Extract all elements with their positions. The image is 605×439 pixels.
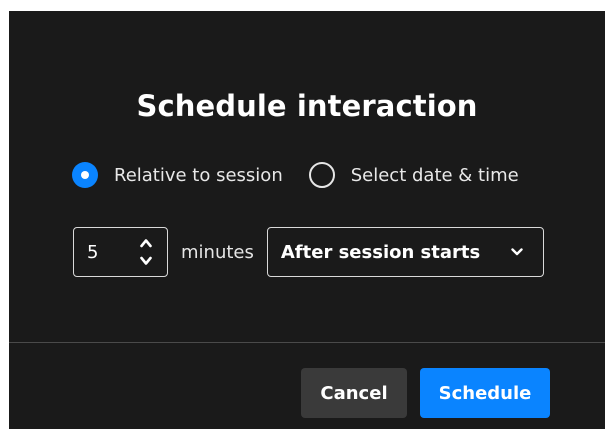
radio-dot [81, 171, 89, 179]
dialog-title: Schedule interaction [136, 89, 478, 123]
offset-controls: 5 minutes After session starts [73, 227, 544, 277]
minutes-label: minutes [181, 241, 254, 263]
minutes-stepper[interactable]: 5 [73, 227, 168, 277]
radio-relative-to-session[interactable]: Relative to session [72, 162, 283, 188]
up-down-chevrons-icon[interactable] [139, 235, 153, 269]
radio-selected-indicator[interactable] [72, 162, 98, 188]
select-value: After session starts [280, 241, 481, 263]
radio-select-date-time[interactable]: Select date & time [308, 162, 519, 188]
radio-label-date-time: Select date & time [350, 164, 519, 186]
schedule-button[interactable]: Schedule [420, 368, 550, 418]
chevron-down-icon [511, 248, 523, 256]
radio-label-relative: Relative to session [114, 164, 283, 186]
cancel-button[interactable]: Cancel [301, 368, 407, 418]
session-relation-select[interactable]: After session starts [266, 227, 544, 277]
timing-mode-radio-group: Relative to session Select date & time [72, 161, 519, 189]
radio-unselected-indicator[interactable] [308, 162, 335, 188]
schedule-dialog: Schedule interaction Relative to session… [9, 11, 605, 429]
stepper-value[interactable]: 5 [87, 242, 98, 263]
dialog-footer: Cancel Schedule [301, 368, 550, 418]
footer-divider [9, 342, 605, 343]
